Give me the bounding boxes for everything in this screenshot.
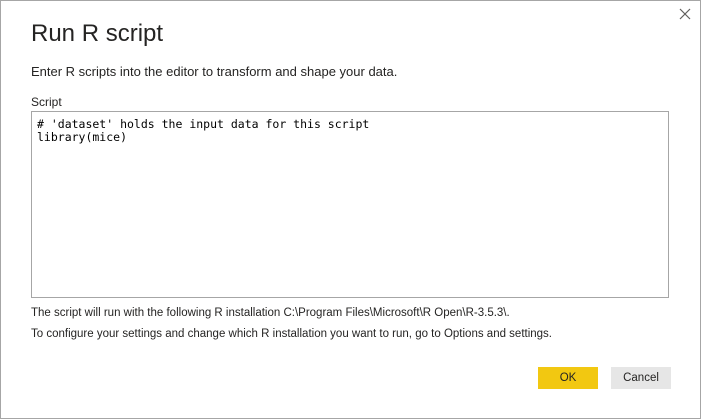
close-button[interactable] bbox=[677, 6, 693, 22]
script-editor[interactable] bbox=[31, 111, 669, 298]
installation-info-text: The script will run with the following R… bbox=[31, 307, 510, 319]
run-r-script-dialog: Run R script Enter R scripts into the ed… bbox=[0, 0, 701, 419]
close-icon bbox=[679, 8, 691, 20]
script-label: Script bbox=[31, 95, 62, 109]
dialog-subtitle: Enter R scripts into the editor to trans… bbox=[31, 64, 398, 79]
configure-info-text: To configure your settings and change wh… bbox=[31, 328, 553, 340]
cancel-button[interactable]: Cancel bbox=[611, 367, 671, 389]
dialog-title: Run R script bbox=[31, 20, 164, 47]
ok-button[interactable]: OK bbox=[538, 367, 598, 389]
